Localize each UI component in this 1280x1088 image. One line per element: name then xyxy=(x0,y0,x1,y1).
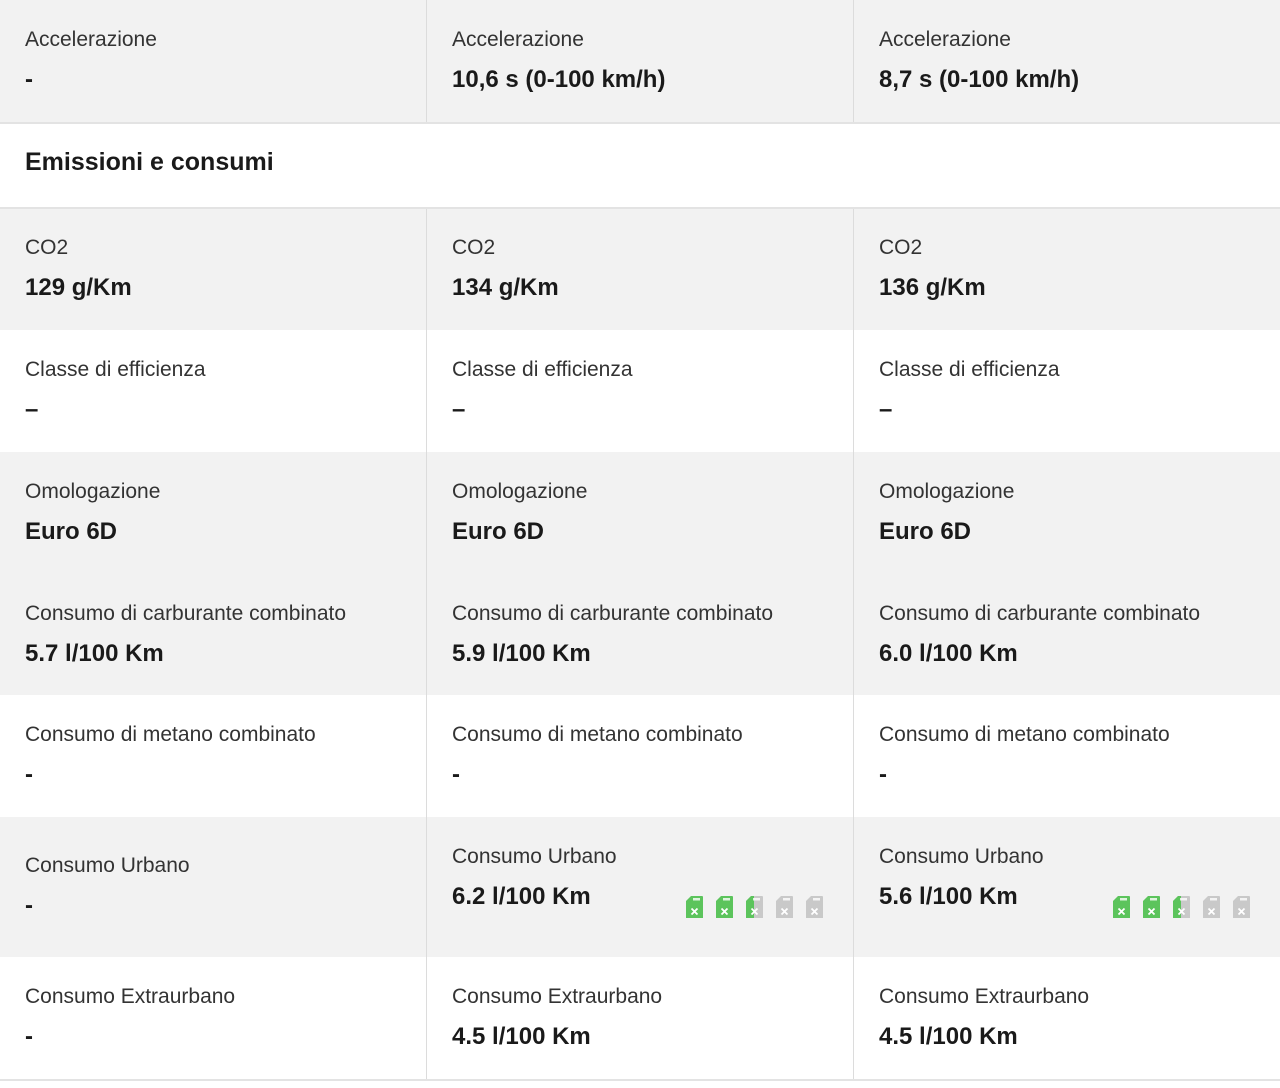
spec-label: CO2 xyxy=(452,236,496,259)
cell-model-1: Consumo Urbano - xyxy=(0,817,427,957)
fuel-can-icon xyxy=(1143,896,1160,918)
cell-model-3: CO2 136 g/Km xyxy=(854,209,1280,330)
spec-label: Accelerazione xyxy=(452,28,584,51)
spec-label: Consumo Extraurbano xyxy=(452,985,663,1008)
fuel-can-icon xyxy=(1203,896,1220,918)
spec-label: Consumo di carburante combinato xyxy=(25,602,347,625)
spec-value: - xyxy=(25,1023,33,1050)
cell-model-1: Classe di efficienza – xyxy=(0,330,427,452)
spec-label: Classe di efficienza xyxy=(452,358,633,381)
spec-label: Consumo Urbano xyxy=(879,845,1044,868)
spec-label: CO2 xyxy=(879,236,923,259)
cell-model-2: CO2 134 g/Km xyxy=(427,209,854,330)
fuel-can-icon xyxy=(1113,896,1130,918)
cell-model-2: Consumo Urbano 6.2 l/100 Km xyxy=(427,817,854,957)
cell-model-2: Accelerazione 10,6 s (0-100 km/h) xyxy=(427,0,854,122)
fuel-can-icon xyxy=(746,896,763,918)
spec-value: 4.5 l/100 Km xyxy=(879,1023,1018,1050)
section-header: Emissioni e consumi xyxy=(0,124,1280,207)
spec-value: 10,6 s (0-100 km/h) xyxy=(452,66,666,93)
spec-label: CO2 xyxy=(25,236,69,259)
spec-value: Euro 6D xyxy=(25,518,118,545)
cell-model-2: Consumo Extraurbano 4.5 l/100 Km xyxy=(427,957,854,1079)
fuel-can-icon xyxy=(716,896,733,918)
spec-value: – xyxy=(25,396,39,423)
cell-model-3: Consumo di metano combinato - xyxy=(854,695,1280,817)
cell-model-1: Consumo di metano combinato - xyxy=(0,695,427,817)
spec-value: 6.2 l/100 Km xyxy=(452,883,591,910)
spec-value: 5.7 l/100 Km xyxy=(25,640,164,667)
spec-value: Euro 6D xyxy=(879,518,972,545)
spec-label: Accelerazione xyxy=(25,28,157,51)
spec-label: Consumo di carburante combinato xyxy=(879,602,1201,625)
row-co2: CO2 129 g/Km CO2 134 g/Km CO2 136 g/Km xyxy=(0,209,1280,330)
cell-model-2: Consumo di metano combinato - xyxy=(427,695,854,817)
cell-model-3: Classe di efficienza – xyxy=(854,330,1280,452)
fuel-can-icon xyxy=(806,896,823,918)
spec-value: 8,7 s (0-100 km/h) xyxy=(879,66,1080,93)
cell-model-1: Consumo Extraurbano - xyxy=(0,957,427,1079)
cell-model-1: CO2 129 g/Km xyxy=(0,209,427,330)
spec-value: 5.6 l/100 Km xyxy=(879,883,1018,910)
spec-value: 136 g/Km xyxy=(879,274,986,301)
cell-model-3: Consumo Extraurbano 4.5 l/100 Km xyxy=(854,957,1280,1079)
spec-value: - xyxy=(25,892,33,919)
spec-value: – xyxy=(452,396,466,423)
cell-model-3: Omologazione Euro 6D Consumo di carburan… xyxy=(854,452,1280,695)
spec-value: 5.9 l/100 Km xyxy=(452,640,591,667)
spec-value: 4.5 l/100 Km xyxy=(452,1023,591,1050)
spec-label: Consumo di metano combinato xyxy=(25,723,316,746)
spec-label: Omologazione xyxy=(25,480,161,503)
row-consumo-extraurbano: Consumo Extraurbano - Consumo Extraurban… xyxy=(0,957,1280,1079)
spec-value: Euro 6D xyxy=(452,518,545,545)
fuel-can-icon xyxy=(1233,896,1250,918)
spec-value: – xyxy=(879,396,893,423)
cell-model-2: Omologazione Euro 6D Consumo di carburan… xyxy=(427,452,854,695)
spec-label: Classe di efficienza xyxy=(25,358,206,381)
cell-model-3: Consumo Urbano 5.6 l/100 Km xyxy=(854,817,1280,957)
row-omologazione-consumo: Omologazione Euro 6D Consumo di carburan… xyxy=(0,452,1280,695)
spec-value: 6.0 l/100 Km xyxy=(879,640,1018,667)
spec-label: Consumo di metano combinato xyxy=(879,723,1170,746)
spec-value: 129 g/Km xyxy=(25,274,132,301)
cell-model-2: Classe di efficienza – xyxy=(427,330,854,452)
fuel-can-icon xyxy=(686,896,703,918)
row-consumo-metano: Consumo di metano combinato - Consumo di… xyxy=(0,695,1280,817)
cell-model-3: Accelerazione 8,7 s (0-100 km/h) xyxy=(854,0,1280,122)
spec-value: - xyxy=(452,761,460,788)
spec-label: Consumo Extraurbano xyxy=(879,985,1090,1008)
divider xyxy=(0,1079,1280,1081)
spec-value: - xyxy=(25,66,33,93)
spec-label: Classe di efficienza xyxy=(879,358,1060,381)
row-consumo-urbano: Consumo Urbano - Consumo Urbano 6.2 l/10… xyxy=(0,817,1280,957)
fuel-efficiency-rating xyxy=(684,895,824,919)
spec-label: Consumo Urbano xyxy=(452,845,617,868)
spec-value: - xyxy=(879,761,887,788)
spec-label: Consumo di metano combinato xyxy=(452,723,743,746)
spec-value: - xyxy=(25,761,33,788)
row-classe-efficienza: Classe di efficienza – Classe di efficie… xyxy=(0,330,1280,452)
spec-value: 134 g/Km xyxy=(452,274,559,301)
spec-label: Consumo Urbano xyxy=(25,854,190,877)
fuel-efficiency-rating xyxy=(1111,895,1251,919)
fuel-can-icon xyxy=(776,896,793,918)
spec-label: Consumo Extraurbano xyxy=(25,985,236,1008)
spec-label: Omologazione xyxy=(879,480,1015,503)
cell-model-1: Omologazione Euro 6D Consumo di carburan… xyxy=(0,452,427,695)
spec-label: Accelerazione xyxy=(879,28,1011,51)
row-accelerazione: Accelerazione - Accelerazione 10,6 s (0-… xyxy=(0,0,1280,122)
fuel-can-icon xyxy=(1173,896,1190,918)
spec-label: Consumo di carburante combinato xyxy=(452,602,774,625)
cell-model-1: Accelerazione - xyxy=(0,0,427,122)
section-title: Emissioni e consumi xyxy=(25,148,274,176)
spec-label: Omologazione xyxy=(452,480,588,503)
